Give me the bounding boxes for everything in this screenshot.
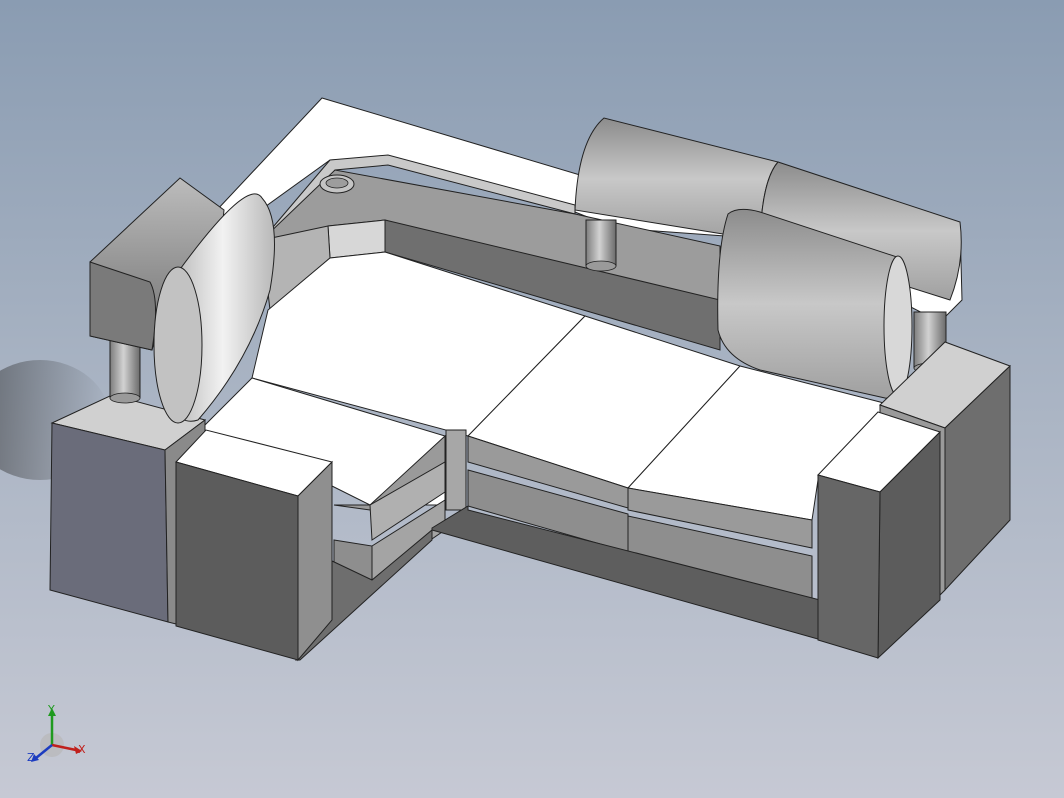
- sofa-model[interactable]: [0, 0, 1064, 798]
- left-post-base: [109, 392, 141, 404]
- right-box-side: [817, 474, 881, 659]
- triad-y-label: Y: [48, 703, 55, 716]
- graphics-viewport[interactable]: [0, 0, 1064, 798]
- triad-z-label: Z: [27, 751, 35, 764]
- right-pillow-end: [883, 255, 913, 397]
- left-arm-front: [49, 422, 169, 623]
- back-wall-face-left: [327, 219, 386, 259]
- cup-holder-inner: [325, 177, 349, 189]
- axis-triad: Y X Z: [24, 700, 96, 772]
- left-box-front: [175, 461, 299, 661]
- mid-post-base: [585, 260, 617, 272]
- left-post: [109, 339, 141, 399]
- left-pillow-end: [153, 266, 203, 424]
- triad-x-label: X: [78, 743, 86, 756]
- mid-post: [585, 219, 617, 267]
- cushion-gap-block: [445, 429, 467, 511]
